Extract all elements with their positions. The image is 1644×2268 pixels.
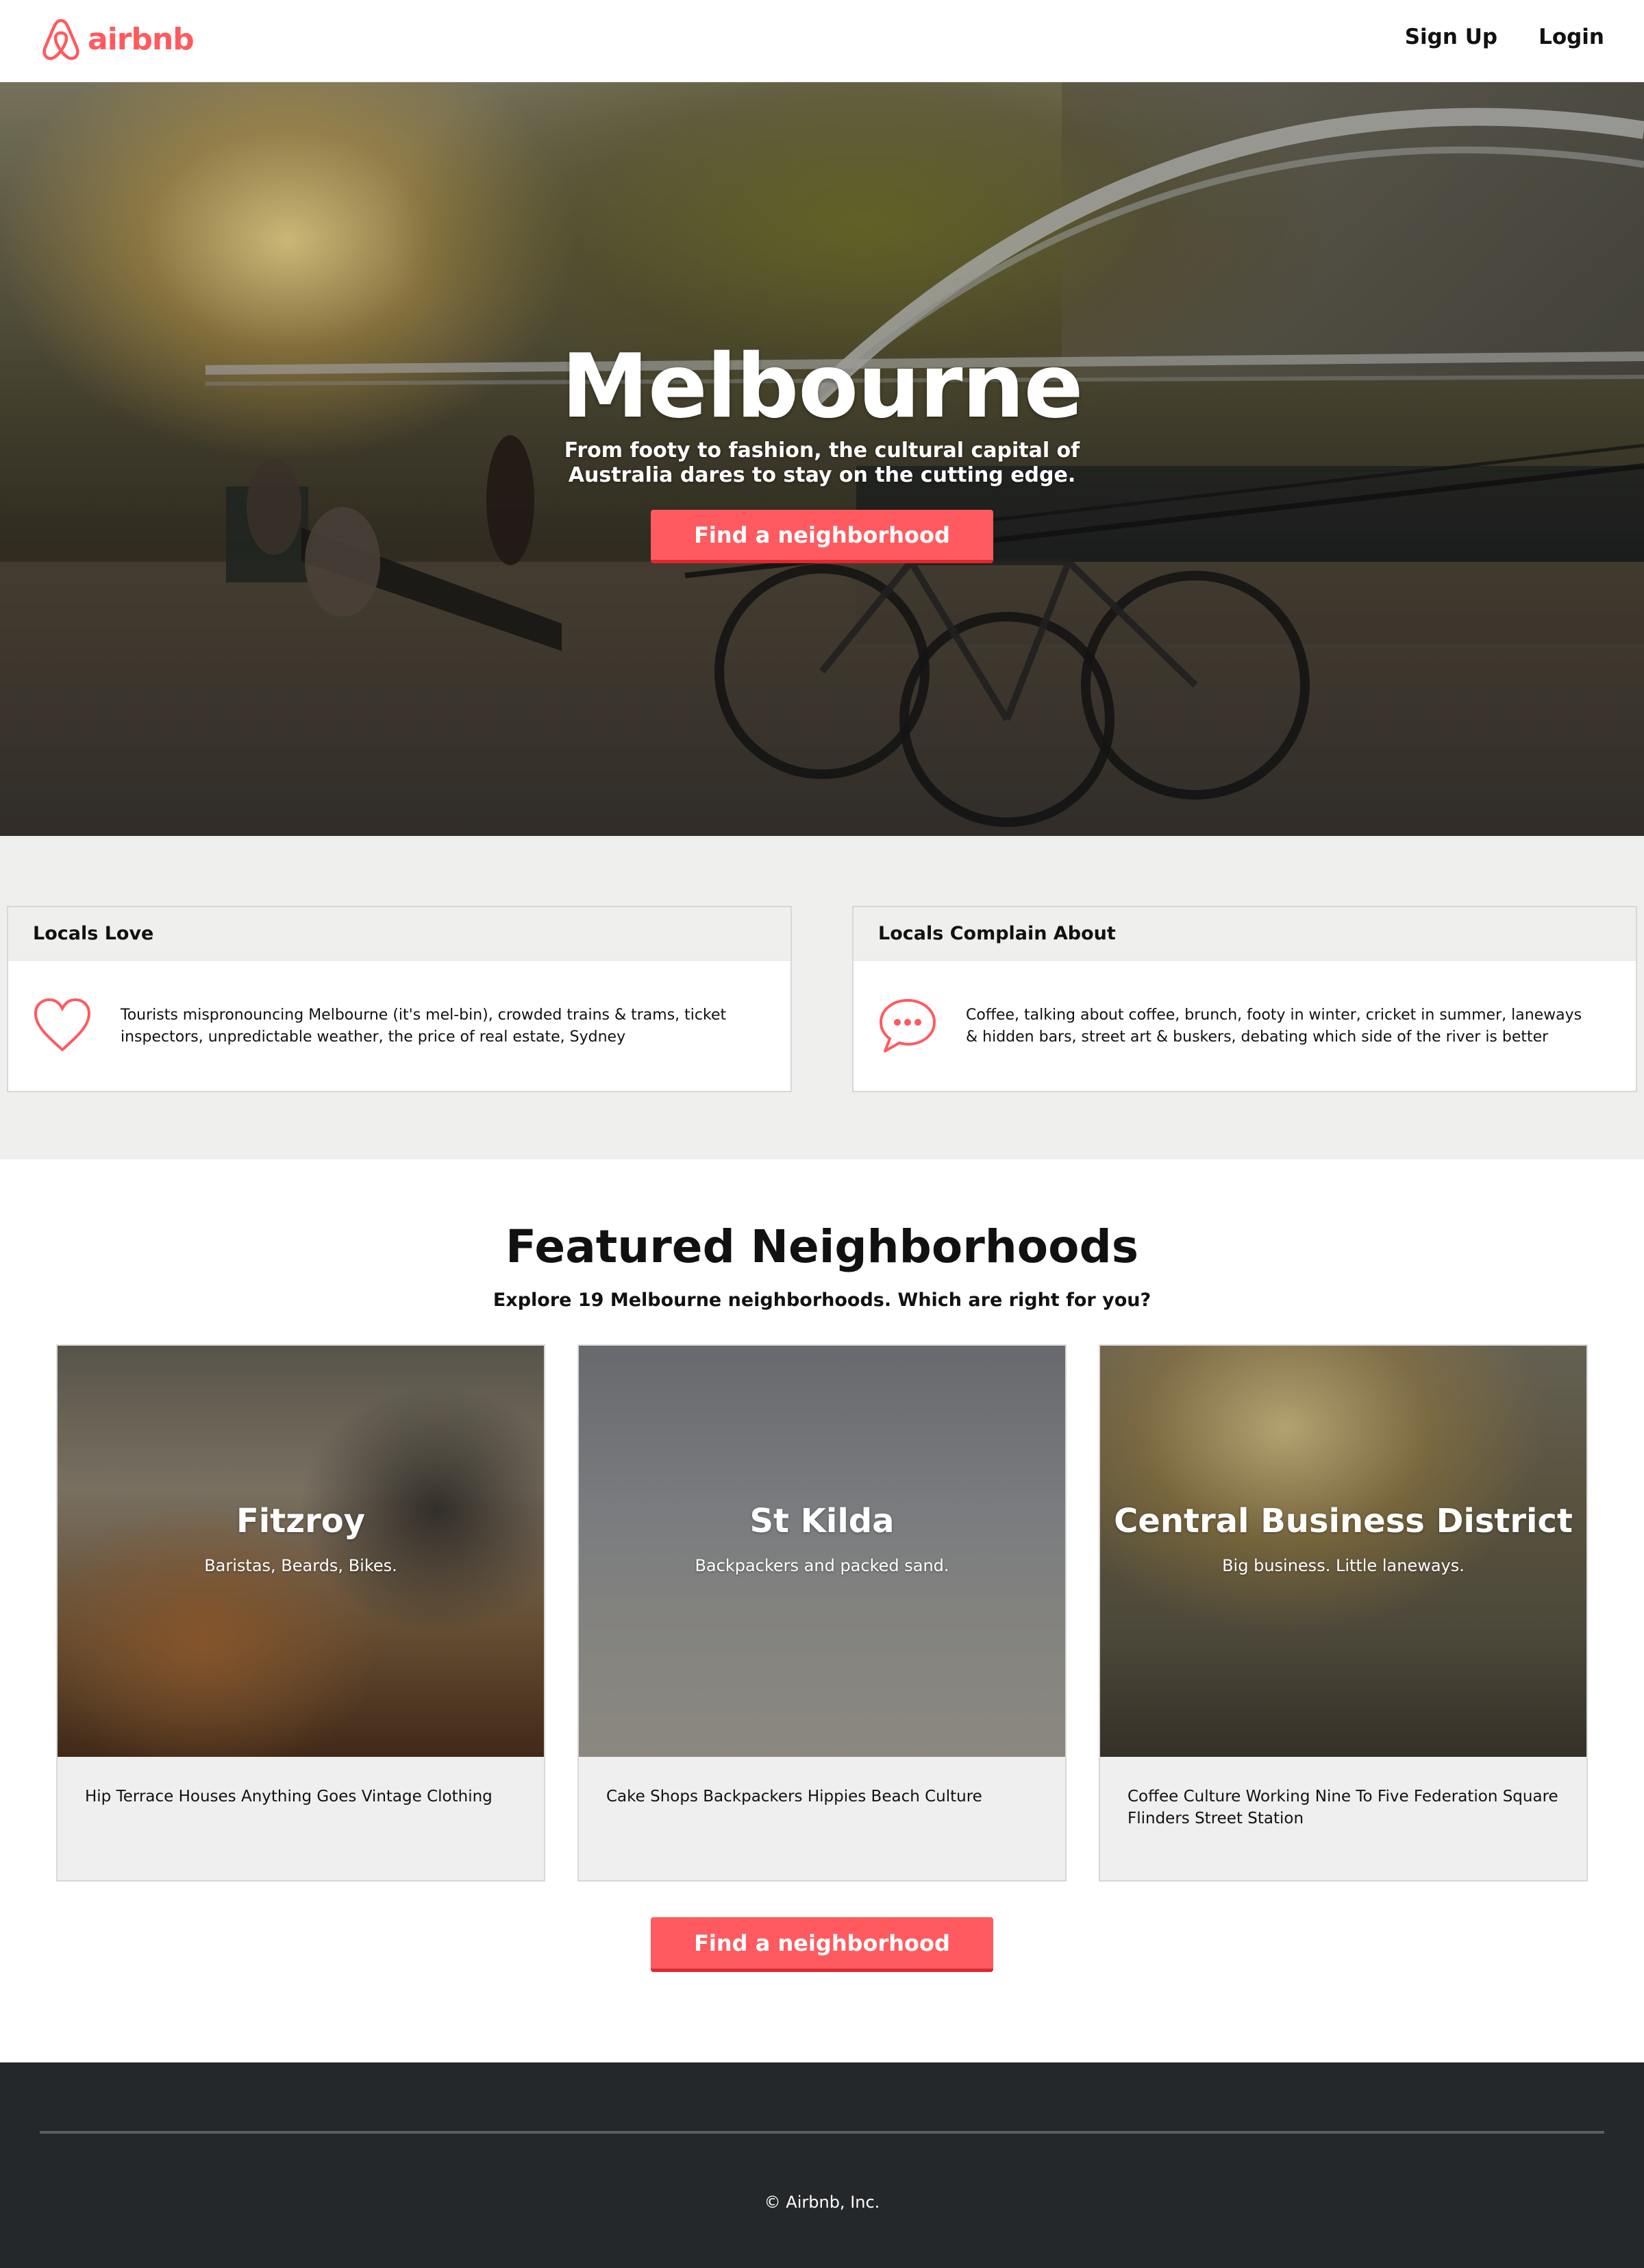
neighborhood-description: Coffee Culture Working Nine To Five Fede…	[1128, 1788, 1558, 1827]
locals-love-text: Tourists mispronouncing Melbourne (it's …	[121, 1007, 727, 1046]
neighborhood-image: St Kilda Backpackers and packed sand.	[579, 1346, 1065, 1757]
find-neighborhood-button-bottom[interactable]: Find a neighborhood	[651, 1917, 993, 1972]
featured-heading: Featured Neighborhoods	[506, 1220, 1138, 1273]
city-title: Melbourne	[561, 336, 1084, 438]
hero-content: Melbourne From footy to fashion, the cul…	[0, 336, 1644, 563]
copyright: © Airbnb, Inc.	[764, 2193, 880, 2212]
city-subtitle: From footy to fashion, the cultural capi…	[564, 439, 1080, 487]
find-neighborhood-button[interactable]: Find a neighborhood	[651, 510, 993, 563]
neighborhood-tagline: Backpackers and packed sand.	[695, 1556, 949, 1575]
neighborhood-name: Fitzroy	[236, 1502, 366, 1540]
top-navbar: airbnb Sign Up Login	[0, 0, 1644, 82]
airbnb-belo-icon	[42, 19, 79, 60]
nav-links: Sign Up Login	[1405, 25, 1604, 49]
locals-love-heading: Locals Love	[8, 907, 790, 961]
locals-section: Locals Love Tourists mispronouncing Melb…	[0, 836, 1644, 1159]
neighborhood-card-st-kilda[interactable]: St Kilda Backpackers and packed sand. Ca…	[577, 1344, 1067, 1882]
neighborhood-name: Central Business District	[1114, 1502, 1573, 1540]
logo-wordmark: airbnb	[88, 21, 195, 57]
speech-bubble-icon	[880, 999, 936, 1052]
neighborhood-image: Fitzroy Baristas, Beards, Bikes.	[58, 1346, 544, 1757]
locals-complain-card: Locals Complain About Coffee, talking ab…	[852, 906, 1637, 1092]
heart-icon	[34, 998, 91, 1052]
neighborhood-tagline: Baristas, Beards, Bikes.	[204, 1556, 397, 1575]
neighborhood-card-cbd[interactable]: Central Business District Big business. …	[1099, 1344, 1588, 1882]
signup-link[interactable]: Sign Up	[1405, 25, 1497, 49]
neighborhood-image: Central Business District Big business. …	[1100, 1346, 1586, 1757]
neighborhood-description: Hip Terrace Houses Anything Goes Vintage…	[85, 1788, 493, 1805]
login-link[interactable]: Login	[1539, 25, 1604, 49]
featured-subtitle: Explore 19 Melbourne neighborhoods. Whic…	[493, 1290, 1151, 1311]
footer: © Airbnb, Inc.	[0, 2062, 1644, 2268]
neighborhood-tagline: Big business. Little laneways.	[1222, 1556, 1465, 1575]
locals-love-card: Locals Love Tourists mispronouncing Melb…	[7, 906, 792, 1092]
locals-complain-heading: Locals Complain About	[854, 907, 1636, 961]
neighborhood-name: St Kilda	[749, 1502, 895, 1540]
neighborhood-card-fitzroy[interactable]: Fitzroy Baristas, Beards, Bikes. Hip Ter…	[56, 1344, 545, 1882]
neighborhood-description: Cake Shops Backpackers Hippies Beach Cul…	[606, 1788, 982, 1805]
locals-complain-text: Coffee, talking about coffee, brunch, fo…	[966, 1007, 1582, 1046]
airbnb-logo[interactable]: airbnb	[40, 16, 195, 62]
footer-divider	[40, 2131, 1604, 2134]
hero-banner: Melbourne From footy to fashion, the cul…	[0, 82, 1644, 836]
